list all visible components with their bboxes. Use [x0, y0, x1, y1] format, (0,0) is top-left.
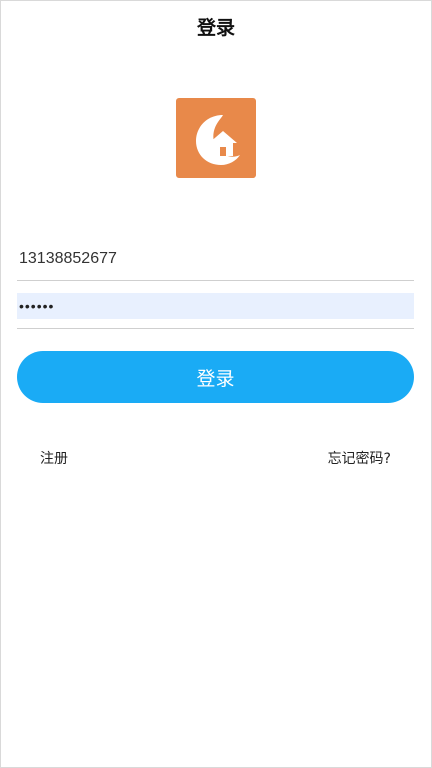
- app-logo: [176, 98, 256, 178]
- page-title: 登录: [196, 17, 235, 39]
- phone-input[interactable]: [17, 244, 414, 274]
- password-field-container: [17, 290, 414, 329]
- phone-field-container: [17, 240, 414, 281]
- forgot-password-link[interactable]: 忘记密码?: [328, 449, 391, 469]
- register-link[interactable]: 注册: [40, 449, 68, 469]
- house-moon-logo-icon: [176, 98, 256, 178]
- password-input[interactable]: [17, 293, 414, 319]
- login-button[interactable]: 登录: [17, 351, 414, 403]
